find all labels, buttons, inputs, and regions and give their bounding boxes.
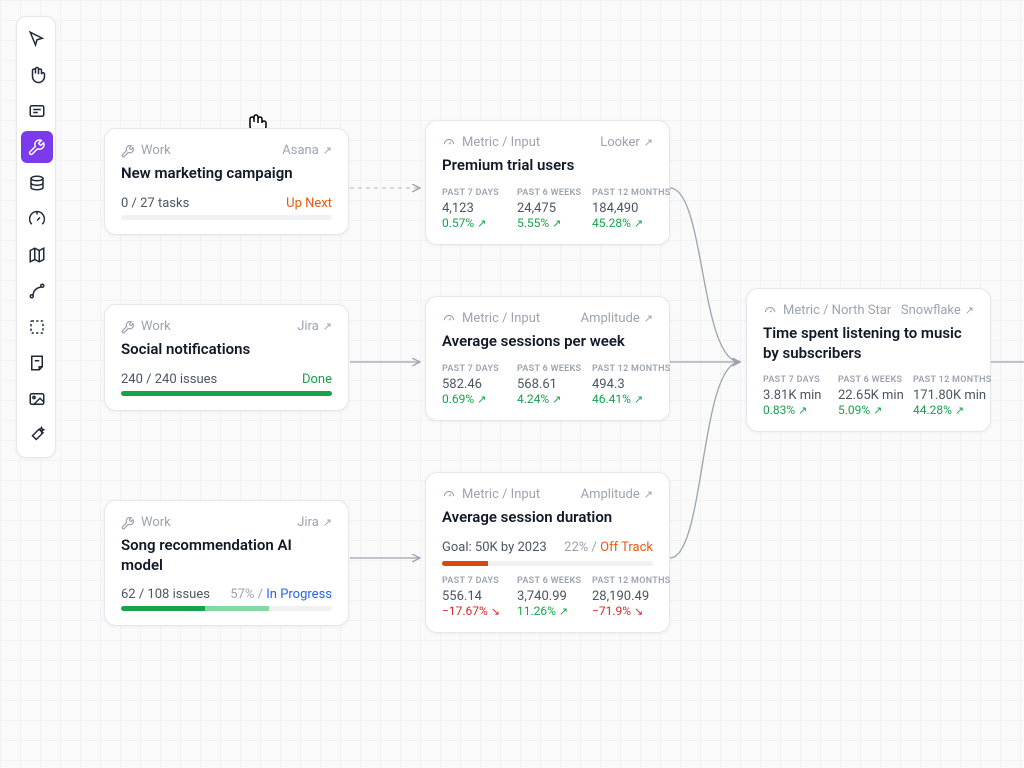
wrench-tool[interactable] (21, 131, 53, 163)
issue-count: 62 / 108 issues (121, 587, 210, 602)
work-card-social[interactable]: Work Jira ↗ Social notifications 240 / 2… (104, 304, 349, 411)
wrench-icon (28, 138, 46, 156)
metric-card-sessions[interactable]: Metric / Input Amplitude ↗ Average sessi… (425, 296, 670, 421)
gauge-icon (28, 210, 46, 228)
northstar-card[interactable]: Metric / North Star Snowflake ↗ Time spe… (746, 288, 991, 432)
card-type: Metric / North Star (783, 303, 891, 318)
task-count: 0 / 27 tasks (121, 196, 189, 211)
pointer-tool[interactable] (21, 23, 53, 55)
magic-icon (28, 426, 46, 444)
text-icon (28, 102, 46, 120)
external-icon: ↗ (323, 516, 332, 529)
status-label: 57% / In Progress (230, 587, 332, 602)
spline-icon (28, 282, 46, 300)
work-card-marketing[interactable]: Work Asana ↗ New marketing campaign 0 / … (104, 128, 349, 235)
note-tool[interactable] (21, 347, 53, 379)
source-link[interactable]: Looker ↗ (600, 135, 653, 150)
gauge-icon (442, 136, 456, 150)
source-link[interactable]: Snowflake ↗ (901, 303, 974, 318)
source-link[interactable]: Amplitude ↗ (581, 487, 653, 502)
external-icon: ↗ (644, 488, 653, 501)
external-icon: ↗ (965, 304, 974, 317)
source-link[interactable]: Amplitude ↗ (581, 311, 653, 326)
external-icon: ↗ (323, 144, 332, 157)
text-tool[interactable] (21, 95, 53, 127)
source-link[interactable]: Jira ↗ (297, 319, 332, 334)
card-type: Work (141, 143, 171, 158)
gauge-icon (763, 304, 777, 318)
database-tool[interactable] (21, 167, 53, 199)
image-tool[interactable] (21, 383, 53, 415)
metric-periods: PAST 7 DAYS4,1230.57% ↗ PAST 6 WEEKS24,4… (442, 188, 653, 230)
magic-tool[interactable] (21, 419, 53, 451)
hand-tool[interactable] (21, 59, 53, 91)
progress-bar (121, 215, 332, 220)
card-title: Premium trial users (442, 156, 653, 176)
goal-progress-bar (442, 561, 653, 566)
card-type: Work (141, 319, 171, 334)
map-icon (28, 246, 46, 264)
select-icon (28, 318, 46, 336)
map-tool[interactable] (21, 239, 53, 271)
metric-card-premium-users[interactable]: Metric / Input Looker ↗ Premium trial us… (425, 120, 670, 245)
gauge-icon (442, 312, 456, 326)
progress-bar (121, 606, 332, 611)
gauge-icon (442, 488, 456, 502)
work-card-song-ai[interactable]: Work Jira ↗ Song recommendation AI model… (104, 500, 349, 626)
wrench-icon (121, 320, 135, 334)
metric-card-duration[interactable]: Metric / Input Amplitude ↗ Average sessi… (425, 472, 670, 633)
metric-periods: PAST 7 DAYS3.81K min0.83% ↗ PAST 6 WEEKS… (763, 375, 974, 417)
goal-row: Goal: 50K by 2023 22% / Off Track (442, 540, 653, 555)
card-title: Time spent listening to music by subscri… (763, 324, 974, 363)
card-type: Metric / Input (462, 487, 540, 502)
select-tool[interactable] (21, 311, 53, 343)
hand-icon (28, 66, 46, 84)
source-link[interactable]: Jira ↗ (297, 515, 332, 530)
database-icon (28, 174, 46, 192)
card-type: Metric / Input (462, 311, 540, 326)
metric-periods: PAST 7 DAYS556.14−17.67% ↘ PAST 6 WEEKS3… (442, 576, 653, 618)
card-type: Work (141, 515, 171, 530)
issue-count: 240 / 240 issues (121, 372, 217, 387)
pointer-icon (28, 30, 46, 48)
status-label: Up Next (286, 196, 332, 211)
wrench-icon (121, 144, 135, 158)
external-icon: ↗ (644, 136, 653, 149)
external-icon: ↗ (644, 312, 653, 325)
card-title: Average session duration (442, 508, 653, 528)
wrench-icon (121, 516, 135, 530)
source-link[interactable]: Asana ↗ (282, 143, 332, 158)
card-title: New marketing campaign (121, 164, 332, 184)
note-icon (28, 354, 46, 372)
external-icon: ↗ (323, 320, 332, 333)
image-icon (28, 390, 46, 408)
status-label: Done (302, 372, 332, 387)
gauge-tool[interactable] (21, 203, 53, 235)
spline-tool[interactable] (21, 275, 53, 307)
card-title: Social notifications (121, 340, 332, 360)
toolbar (16, 16, 56, 458)
progress-bar (121, 391, 332, 396)
card-type: Metric / Input (462, 135, 540, 150)
metric-periods: PAST 7 DAYS582.460.69% ↗ PAST 6 WEEKS568… (442, 364, 653, 406)
card-title: Song recommendation AI model (121, 536, 332, 575)
card-title: Average sessions per week (442, 332, 653, 352)
